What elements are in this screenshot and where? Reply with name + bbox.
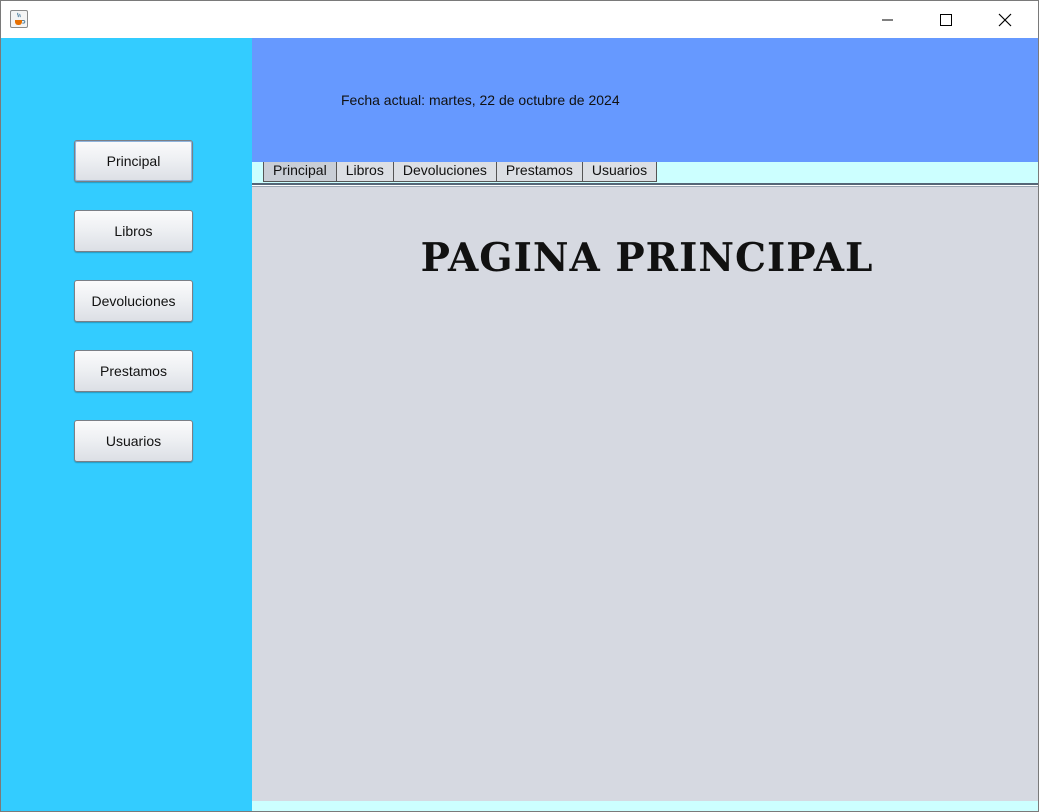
tab-principal[interactable]: Principal bbox=[263, 162, 337, 182]
sidebar-button-devoluciones[interactable]: Devoluciones bbox=[74, 280, 193, 322]
tab-usuarios[interactable]: Usuarios bbox=[582, 162, 658, 182]
maximize-icon bbox=[940, 14, 952, 26]
close-button[interactable] bbox=[976, 1, 1034, 38]
sidebar-button-prestamos[interactable]: Prestamos bbox=[74, 350, 193, 392]
tab-divider bbox=[252, 183, 1038, 185]
tab-strip: Principal Libros Devoluciones Prestamos … bbox=[252, 162, 1038, 187]
app-window: Principal Libros Devoluciones Prestamos … bbox=[0, 0, 1039, 812]
current-date-label: Fecha actual: martes, 22 de octubre de 2… bbox=[341, 92, 620, 108]
page-title: PAGINA PRINCIPAL bbox=[420, 235, 874, 281]
java-cup-icon[interactable] bbox=[10, 10, 28, 28]
tab-prestamos[interactable]: Prestamos bbox=[496, 162, 583, 182]
sidebar: Principal Libros Devoluciones Prestamos … bbox=[1, 38, 252, 811]
title-bar[interactable] bbox=[1, 1, 1038, 38]
tab-libros[interactable]: Libros bbox=[336, 162, 394, 182]
sidebar-button-libros[interactable]: Libros bbox=[74, 210, 193, 252]
header-panel: Fecha actual: martes, 22 de octubre de 2… bbox=[252, 38, 1038, 162]
tab-content-principal: PAGINA PRINCIPAL bbox=[252, 187, 1038, 801]
minimize-icon bbox=[882, 19, 893, 21]
close-icon bbox=[998, 13, 1012, 27]
minimize-button[interactable] bbox=[859, 1, 917, 38]
maximize-button[interactable] bbox=[917, 1, 975, 38]
bottom-strip bbox=[252, 801, 1038, 811]
tab-list: Principal Libros Devoluciones Prestamos … bbox=[263, 162, 658, 183]
sidebar-button-principal[interactable]: Principal bbox=[74, 140, 193, 182]
tab-devoluciones[interactable]: Devoluciones bbox=[393, 162, 497, 182]
sidebar-button-usuarios[interactable]: Usuarios bbox=[74, 420, 193, 462]
